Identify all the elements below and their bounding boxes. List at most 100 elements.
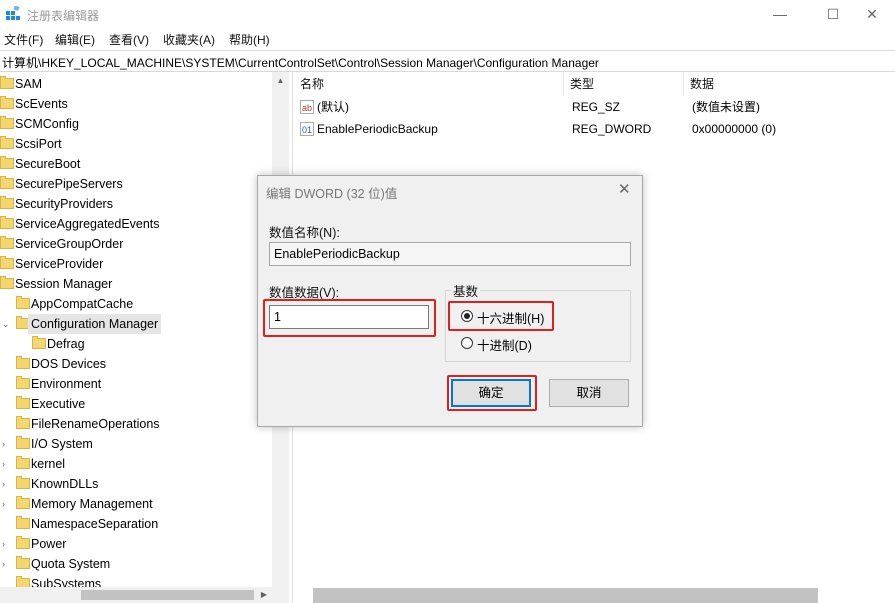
tree-item-label: FileRenameOperations: [31, 417, 160, 431]
tree-item-label: ServiceGroupOrder: [15, 237, 124, 251]
tree-item-label: NamespaceSeparation: [31, 517, 159, 531]
dec-radio[interactable]: [461, 337, 473, 349]
tree-item[interactable]: › Memory Management: [0, 494, 272, 514]
chevron-right-icon[interactable]: ›: [2, 554, 5, 574]
tree-item[interactable]: SCMConfig: [0, 114, 272, 134]
folder-icon: [0, 136, 14, 149]
value-type: REG_SZ: [572, 100, 621, 114]
tree-item[interactable]: Session Manager: [0, 274, 272, 294]
hex-radio-highlight: [448, 301, 554, 331]
tree-item[interactable]: › Power: [0, 534, 272, 554]
value-type: REG_DWORD: [572, 122, 652, 136]
folder-icon: [16, 556, 30, 569]
close-window-button[interactable]: ✕: [849, 0, 895, 28]
chevron-right-icon[interactable]: ›: [2, 534, 5, 554]
tree-item-label: ServiceAggregatedEvents: [15, 217, 160, 231]
tree-item-label: Configuration Manager: [28, 314, 162, 334]
tree-item-label: DOS Devices: [31, 357, 107, 371]
tree-item-label: I/O System: [31, 437, 93, 451]
dec-radio-label[interactable]: 十进制(D): [477, 335, 532, 354]
menu-favorites[interactable]: 收藏夹(A): [163, 31, 215, 48]
tree-item-label: ScsiPort: [15, 137, 62, 151]
column-header-type[interactable]: 类型: [564, 72, 684, 96]
value-name: (默认): [317, 100, 349, 114]
cancel-button[interactable]: 取消: [549, 379, 629, 407]
address-bar[interactable]: 计算机\HKEY_LOCAL_MACHINE\SYSTEM\CurrentCon…: [0, 50, 895, 72]
tree-item-label: ScEvents: [15, 97, 68, 111]
tree-item[interactable]: ServiceAggregatedEvents: [0, 214, 272, 234]
tree-item[interactable]: Environment: [0, 374, 272, 394]
tree-item[interactable]: › I/O System: [0, 434, 272, 454]
chevron-right-icon[interactable]: ›: [2, 454, 5, 474]
folder-icon: [0, 116, 14, 129]
folder-icon: [0, 276, 14, 289]
column-header-name[interactable]: 名称: [294, 72, 564, 96]
tree-horizontal-scrollbar[interactable]: ▶: [0, 587, 289, 603]
scroll-up-arrow-icon[interactable]: ▲: [272, 72, 289, 89]
menu-bar: 文件(F) 编辑(E) 查看(V) 收藏夹(A) 帮助(H): [0, 28, 895, 48]
chevron-right-icon[interactable]: ›: [2, 474, 5, 494]
tree-scroll-thumb[interactable]: [81, 590, 254, 600]
dialog-title: 编辑 DWORD (32 位)值: [266, 187, 398, 201]
menu-edit[interactable]: 编辑(E): [55, 31, 95, 48]
tree-item[interactable]: SecurityProviders: [0, 194, 272, 214]
column-header-data[interactable]: 数据: [684, 72, 895, 96]
tree-item-label: ServiceProvider: [15, 257, 104, 271]
tree-item[interactable]: ServiceProvider: [0, 254, 272, 274]
tree-item[interactable]: › kernel: [0, 454, 272, 474]
tree-item-label: SecurityProviders: [15, 197, 113, 211]
list-horizontal-scrollbar[interactable]: [313, 588, 818, 603]
regedit-app-icon: [6, 6, 20, 20]
tree-item-label: Quota System: [31, 557, 111, 571]
tree-item-label: SecurePipeServers: [15, 177, 123, 191]
tree-item[interactable]: SecureBoot: [0, 154, 272, 174]
dialog-close-icon[interactable]: ✕: [618, 180, 631, 198]
tree-item[interactable]: Defrag: [0, 334, 272, 354]
tree-item[interactable]: Executive: [0, 394, 272, 414]
tree-item[interactable]: DOS Devices: [0, 354, 272, 374]
chevron-right-icon[interactable]: ›: [2, 434, 5, 454]
tree-item[interactable]: › KnownDLLs: [0, 474, 272, 494]
tree-item[interactable]: ScsiPort: [0, 134, 272, 154]
tree-item-label: AppCompatCache: [31, 297, 134, 311]
tree-item[interactable]: ⌄ Configuration Manager: [0, 314, 272, 334]
tree-item-label: kernel: [31, 457, 66, 471]
chevron-right-icon[interactable]: ›: [2, 494, 5, 514]
folder-icon: [16, 476, 30, 489]
base-label: 基数: [451, 281, 481, 300]
tree-item-label: Memory Management: [31, 497, 153, 511]
tree-item[interactable]: AppCompatCache: [0, 294, 272, 314]
data-input-highlight: [263, 299, 436, 337]
tree-item[interactable]: SecurePipeServers: [0, 174, 272, 194]
folder-icon: [16, 396, 30, 409]
folder-icon: [0, 176, 14, 189]
value-data: 0x00000000 (0): [692, 122, 777, 136]
value-row[interactable]: 01 EnablePeriodicBackup REG_DWORD 0x0000…: [294, 119, 895, 140]
title-bar: 注册表编辑器 — ☐ ✕: [0, 0, 895, 28]
folder-icon: [16, 496, 30, 509]
menu-help[interactable]: 帮助(H): [229, 31, 270, 48]
folder-icon: [0, 76, 14, 89]
folder-icon: [16, 536, 30, 549]
tree-item[interactable]: FileRenameOperations: [0, 414, 272, 434]
minimize-button[interactable]: —: [757, 0, 803, 28]
menu-file[interactable]: 文件(F): [4, 31, 43, 48]
tree-item[interactable]: NamespaceSeparation: [0, 514, 272, 534]
folder-icon: [0, 256, 14, 269]
tree-item[interactable]: › Quota System: [0, 554, 272, 574]
string-value-icon: ab: [300, 100, 314, 114]
tree-item[interactable]: SAM: [0, 74, 272, 94]
tree-item-label: SCMConfig: [15, 117, 79, 131]
scroll-right-arrow-icon[interactable]: ▶: [257, 587, 271, 603]
address-path[interactable]: 计算机\HKEY_LOCAL_MACHINE\SYSTEM\CurrentCon…: [2, 54, 599, 71]
value-row[interactable]: ab (默认) REG_SZ (数值未设置): [294, 97, 895, 118]
tree-item[interactable]: ScEvents: [0, 94, 272, 114]
chevron-down-icon[interactable]: ⌄: [2, 314, 10, 334]
tree-item[interactable]: ServiceGroupOrder: [0, 234, 272, 254]
folder-icon: [16, 376, 30, 389]
folder-icon: [0, 216, 14, 229]
folder-icon: [16, 436, 30, 449]
menu-view[interactable]: 查看(V): [109, 31, 149, 48]
tree-item-label: SAM: [15, 77, 43, 91]
binary-value-icon: 01: [300, 122, 314, 136]
